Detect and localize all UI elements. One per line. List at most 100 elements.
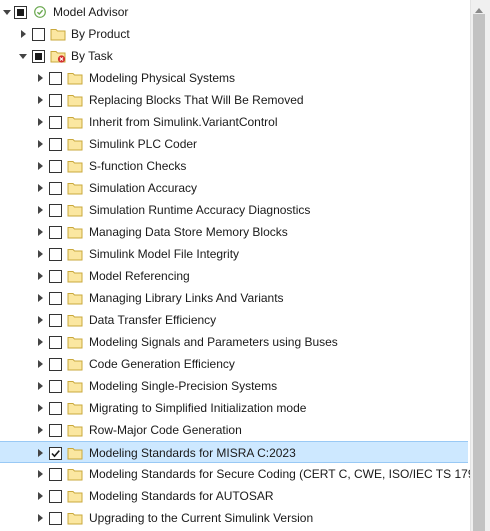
chevron-right-icon[interactable] [35,271,45,281]
tree-node-task[interactable]: Modeling Standards for Secure Coding (CE… [0,463,470,485]
tree-node-label: Simulink Model File Integrity [89,247,240,261]
chevron-right-icon[interactable] [35,117,45,127]
tree-node-task[interactable]: Row-Major Code Generation [0,419,468,441]
chevron-right-icon[interactable] [35,491,45,501]
checkbox[interactable] [49,270,62,283]
checkbox[interactable] [14,6,27,19]
checkbox[interactable] [49,380,62,393]
tree-node-label: Simulink PLC Coder [89,137,198,151]
checkbox[interactable] [49,94,62,107]
chevron-right-icon[interactable] [35,315,45,325]
tree-node-label: By Product [71,27,130,41]
tree-node-model-advisor[interactable]: Model Advisor [0,1,468,23]
checkbox[interactable] [49,248,62,261]
chevron-right-icon[interactable] [35,183,45,193]
tree-node-label: Code Generation Efficiency [89,357,235,371]
checkbox[interactable] [49,402,62,415]
tree-node-label: Data Transfer Efficiency [89,313,217,327]
tree-node-label: Inherit from Simulink.VariantControl [89,115,278,129]
chevron-right-icon[interactable] [35,513,45,523]
tree-node-task[interactable]: Migrating to Simplified Initialization m… [0,397,468,419]
chevron-right-icon[interactable] [35,73,45,83]
chevron-right-icon[interactable] [35,469,45,479]
checkbox[interactable] [49,138,62,151]
tree-node-task[interactable]: Model Referencing [0,265,468,287]
chevron-right-icon[interactable] [35,293,45,303]
tree-node-label: Managing Data Store Memory Blocks [89,225,288,239]
tree-node-task[interactable]: Modeling Standards for MISRA C:2023 [0,441,468,463]
folder-icon [50,27,66,41]
scrollbar-thumb[interactable] [473,14,485,531]
chevron-right-icon[interactable] [18,29,28,39]
tree-node-task[interactable]: Upgrading to the Current Simulink Versio… [0,507,468,529]
tree-node-by-product[interactable]: By Product [0,23,468,45]
tree-node-task[interactable]: Simulation Runtime Accuracy Diagnostics [0,199,468,221]
checkbox[interactable] [49,358,62,371]
chevron-right-icon[interactable] [35,381,45,391]
tree-node-by-task[interactable]: By Task [0,45,468,67]
checkbox[interactable] [49,160,62,173]
checkbox[interactable] [49,336,62,349]
folder-icon [67,269,83,283]
folder-icon [67,511,83,525]
tree-node-label: Modeling Physical Systems [89,71,236,85]
checkbox[interactable] [49,226,62,239]
checkbox[interactable] [49,314,62,327]
tree-node-task[interactable]: Data Transfer Efficiency [0,309,468,331]
chevron-right-icon[interactable] [35,359,45,369]
chevron-right-icon[interactable] [35,448,45,458]
chevron-right-icon[interactable] [35,249,45,259]
chevron-right-icon[interactable] [35,425,45,435]
check-badge-icon [34,6,46,18]
folder-icon [67,489,83,503]
tree-node-label: By Task [71,49,113,63]
checkbox[interactable] [49,116,62,129]
chevron-right-icon[interactable] [35,161,45,171]
checkbox[interactable] [49,72,62,85]
tree-node-task[interactable]: Code Generation Efficiency [0,353,468,375]
chevron-right-icon[interactable] [35,205,45,215]
tree-node-task[interactable]: Simulink PLC Coder [0,133,468,155]
chevron-right-icon[interactable] [35,139,45,149]
checkbox[interactable] [49,447,62,460]
tree-node-task[interactable]: S-function Checks [0,155,468,177]
vertical-scrollbar[interactable] [470,0,490,531]
tree-node-task[interactable]: Modeling Physical Systems [0,67,468,89]
model-advisor-tree[interactable]: Model Advisor By Product By Task Modelin… [0,0,470,531]
tree-node-task[interactable]: Modeling Signals and Parameters using Bu… [0,331,468,353]
tree-node-label: Model Advisor [53,5,129,19]
checkbox[interactable] [49,512,62,525]
checkbox[interactable] [49,468,62,481]
chevron-right-icon[interactable] [35,403,45,413]
chevron-down-icon[interactable] [2,7,12,17]
chevron-right-icon[interactable] [35,95,45,105]
tree-node-label: Modeling Standards for Secure Coding (CE… [89,467,470,481]
checkbox[interactable] [49,182,62,195]
checkbox[interactable] [32,28,45,41]
tree-node-task[interactable]: Simulink Model File Integrity [0,243,468,265]
checkbox[interactable] [49,424,62,437]
checkbox[interactable] [49,204,62,217]
tree-node-task[interactable]: Simulation Accuracy [0,177,468,199]
chevron-down-icon[interactable] [18,51,28,61]
folder-icon [67,93,83,107]
tree-node-task[interactable]: Replacing Blocks That Will Be Removed [0,89,468,111]
tree-node-label: Replacing Blocks That Will Be Removed [89,93,304,107]
scroll-up-arrow-icon[interactable] [474,3,484,13]
tree-node-task[interactable]: Modeling Single-Precision Systems [0,375,468,397]
tree-node-task[interactable]: Managing Library Links And Variants [0,287,468,309]
tree-node-task[interactable]: Modeling Standards for AUTOSAR [0,485,468,507]
checkbox[interactable] [49,292,62,305]
tree-node-label: Row-Major Code Generation [89,423,242,437]
folder-icon [67,203,83,217]
chevron-right-icon[interactable] [35,227,45,237]
checkbox[interactable] [49,490,62,503]
folder-icon [67,335,83,349]
tree-node-label: Managing Library Links And Variants [89,291,284,305]
checkbox[interactable] [32,50,45,63]
tree-node-task[interactable]: Inherit from Simulink.VariantControl [0,111,468,133]
chevron-right-icon[interactable] [35,337,45,347]
tree-node-label: Modeling Standards for MISRA C:2023 [89,446,296,460]
folder-icon [67,446,83,460]
tree-node-task[interactable]: Managing Data Store Memory Blocks [0,221,468,243]
